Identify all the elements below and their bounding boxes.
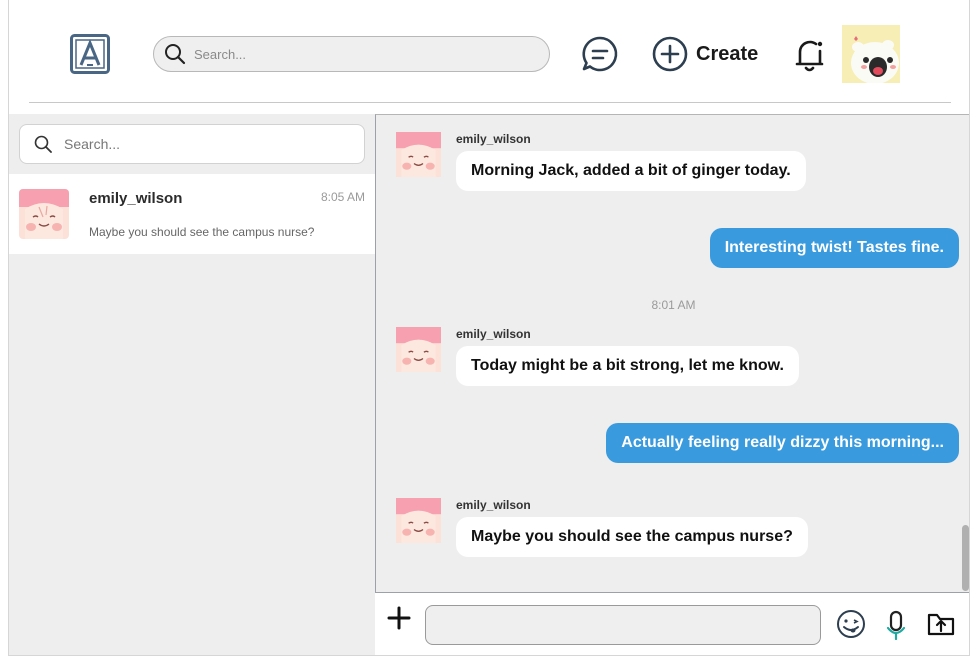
message-bubble: Morning Jack, added a bit of ginger toda… — [456, 151, 806, 191]
conversation-list-panel: emily_wilson 8:05 AM Maybe you should se… — [9, 114, 375, 655]
create-button-label: Create — [696, 42, 759, 65]
emoji-icon[interactable] — [836, 609, 866, 639]
user-avatar[interactable] — [842, 25, 900, 83]
plus-circle-icon — [652, 36, 688, 72]
message-bubble: Maybe you should see the campus nurse? — [456, 517, 808, 557]
sender-name: emily_wilson — [456, 498, 531, 512]
sender-name: emily_wilson — [456, 327, 531, 341]
sender-avatar — [396, 132, 441, 177]
chat-bubble-icon[interactable] — [581, 35, 619, 73]
chat-scrollbar[interactable] — [962, 525, 969, 591]
upload-icon[interactable] — [927, 611, 955, 637]
conversation-item[interactable]: emily_wilson 8:05 AM Maybe you should se… — [9, 174, 375, 254]
microphone-icon[interactable] — [885, 610, 907, 641]
create-button[interactable]: Create — [652, 35, 758, 73]
search-icon — [34, 135, 52, 153]
plus-icon[interactable] — [387, 606, 411, 630]
chat-messages-panel: emily_wilson Morning Jack, added a bit o… — [375, 114, 969, 593]
header-divider — [29, 102, 951, 103]
message-input[interactable] — [425, 605, 821, 645]
app-logo-icon[interactable] — [70, 34, 110, 74]
outgoing-message-bubble: Interesting twist! Tastes fine. — [709, 228, 959, 268]
sender-avatar — [396, 498, 441, 543]
app-window: Create — [8, 0, 970, 656]
message-composer — [375, 594, 969, 655]
contact-avatar — [19, 189, 69, 239]
global-search-input[interactable] — [194, 46, 524, 62]
global-search-field[interactable] — [153, 36, 550, 72]
conversation-search-input[interactable] — [64, 136, 344, 152]
time-separator: 8:01 AM — [651, 298, 696, 312]
top-header: Create — [9, 0, 969, 103]
bell-icon[interactable] — [794, 35, 828, 75]
search-icon — [165, 44, 186, 65]
outgoing-message-bubble: Actually feeling really dizzy this morni… — [606, 423, 959, 463]
conversation-name: emily_wilson — [89, 190, 183, 207]
sender-avatar — [396, 327, 441, 372]
message-bubble: Today might be a bit strong, let me know… — [456, 346, 799, 386]
conversation-search-field[interactable] — [19, 124, 365, 164]
conversation-preview: Maybe you should see the campus nurse? — [89, 225, 315, 239]
sender-name: emily_wilson — [456, 132, 531, 146]
conversation-time: 8:05 AM — [320, 190, 365, 204]
